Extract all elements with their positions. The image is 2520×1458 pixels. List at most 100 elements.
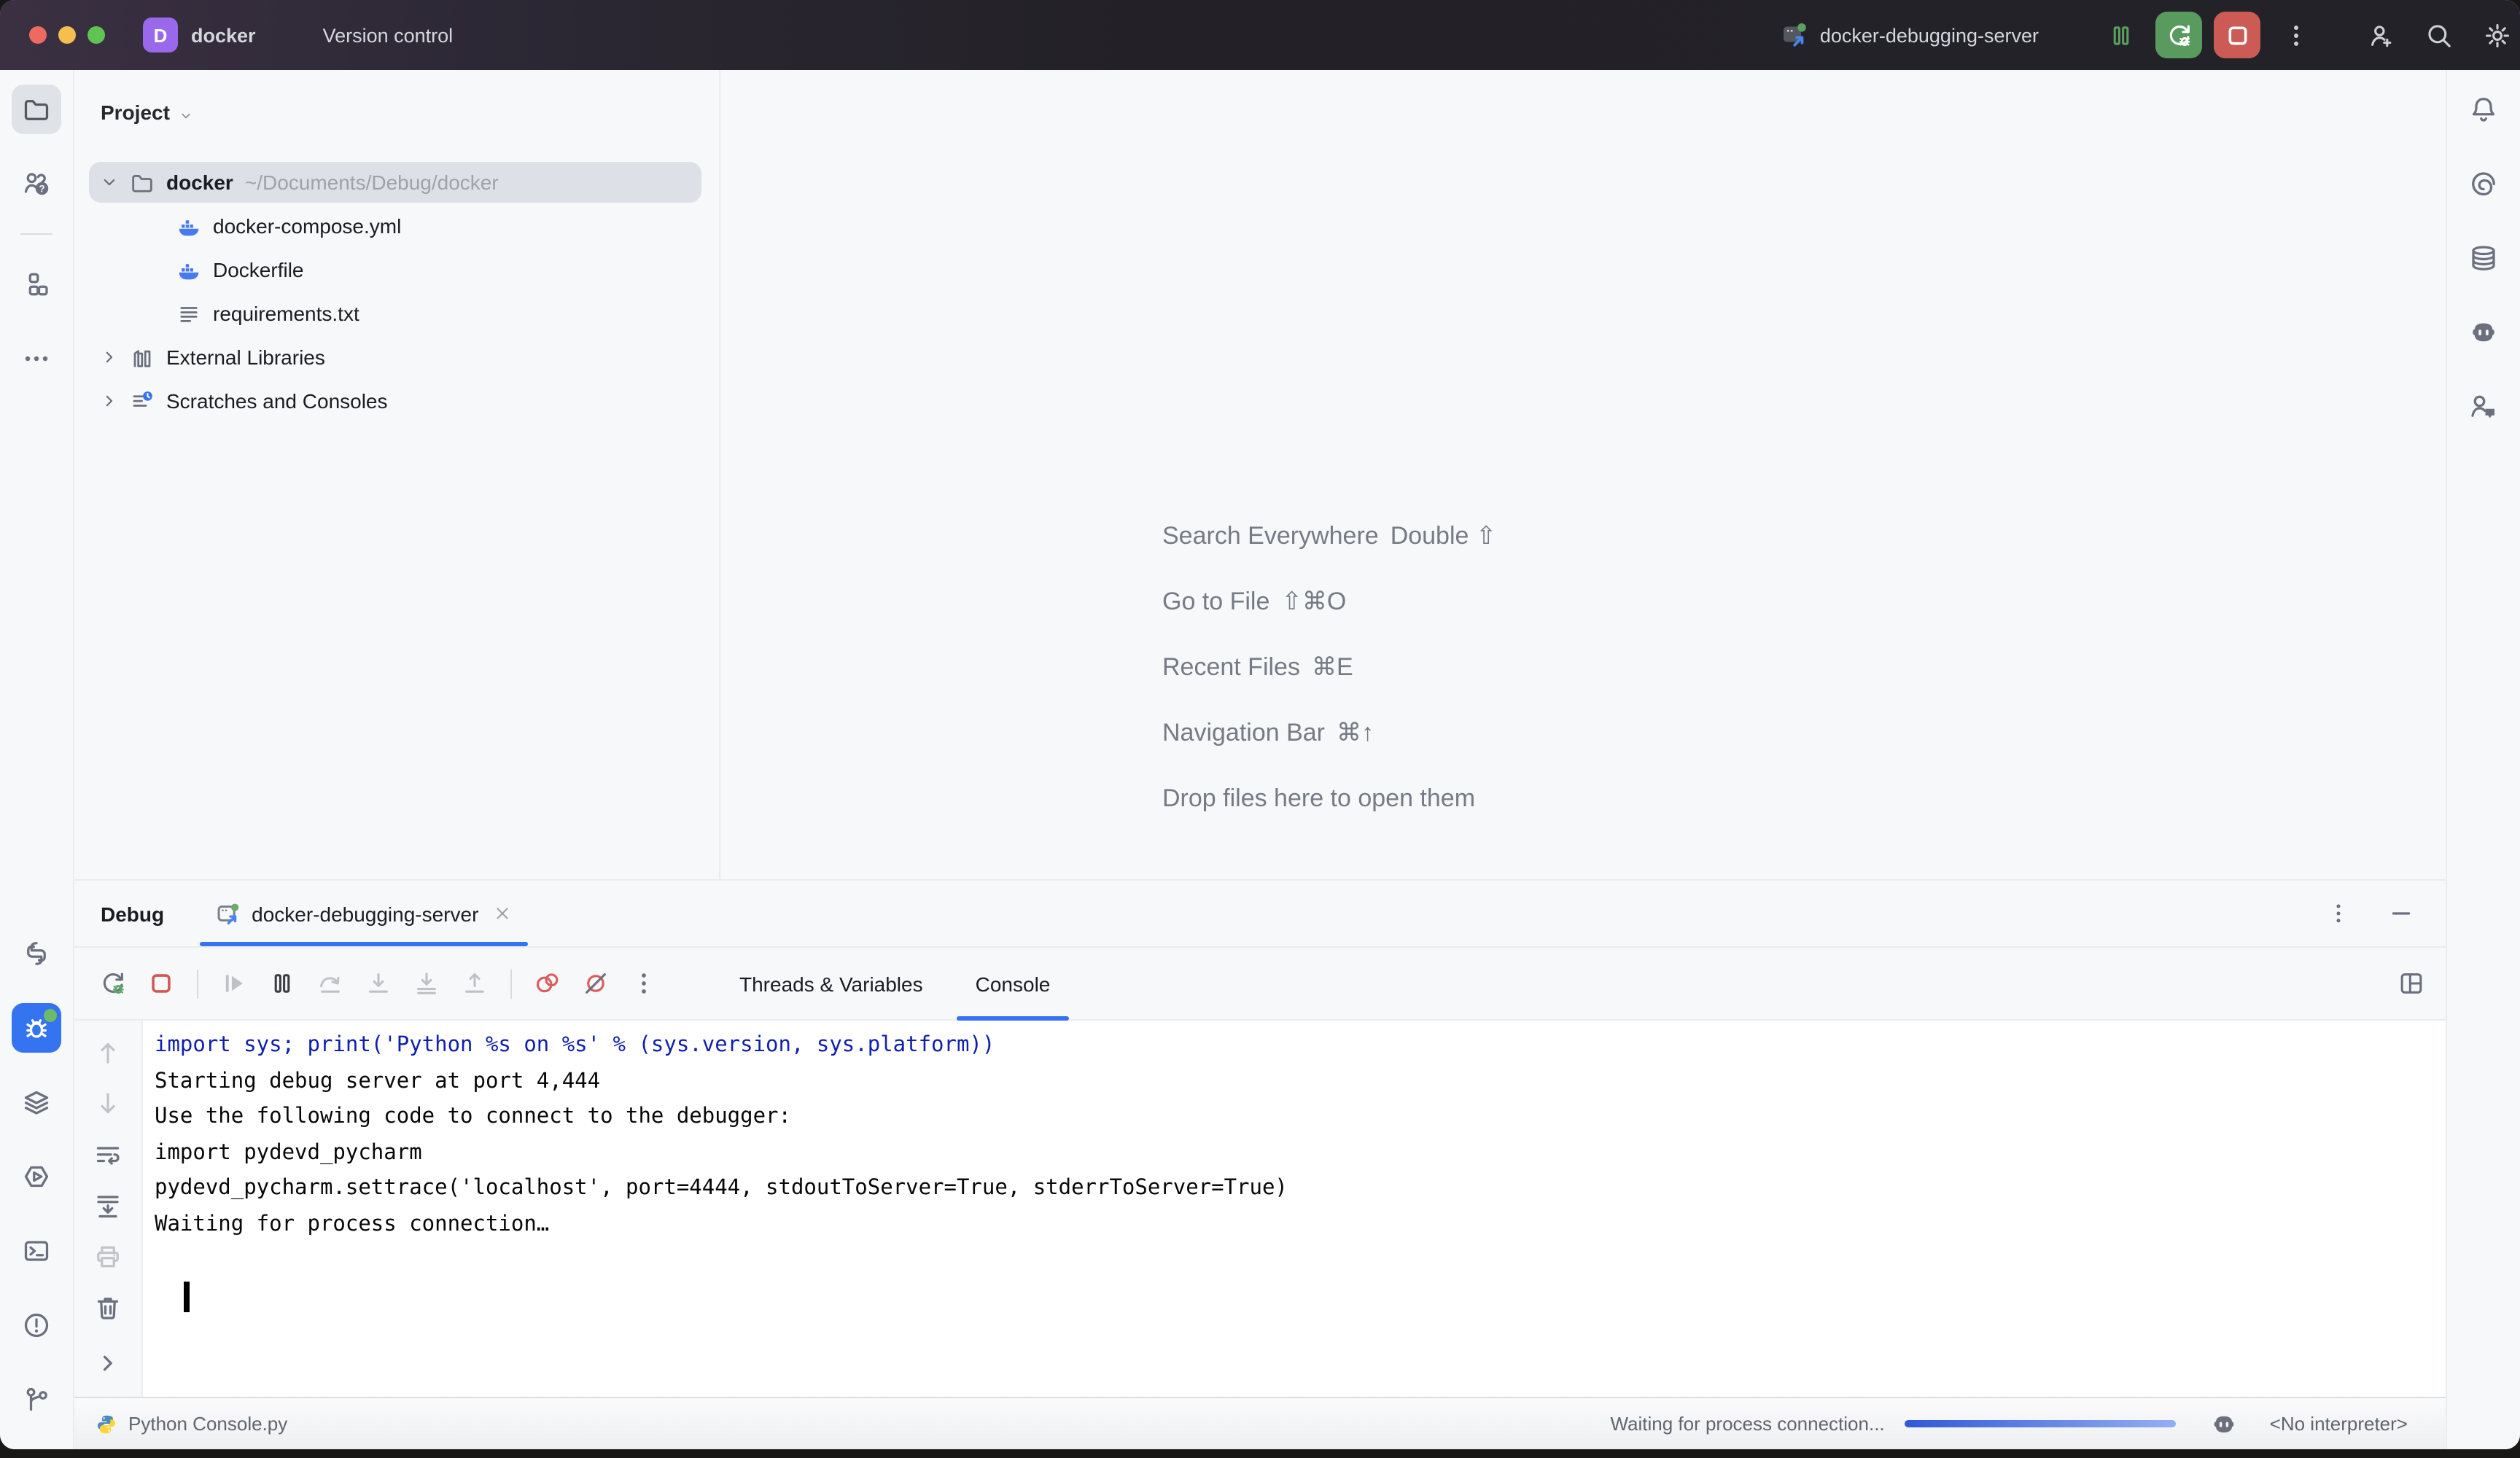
tree-row-dockerfile[interactable]: Dockerfile xyxy=(74,248,719,292)
mute-breakpoints-icon xyxy=(581,970,609,997)
more-actions-button[interactable] xyxy=(2272,12,2319,58)
tree-item-label: docker xyxy=(166,171,233,194)
interpreter-selector[interactable]: <No interpreter> xyxy=(2270,1413,2408,1435)
print-button[interactable] xyxy=(89,1238,127,1276)
learn-tool-button[interactable]: ? xyxy=(12,159,61,208)
status-bar-file[interactable]: Python Console.py xyxy=(74,1412,287,1435)
close-icon[interactable] xyxy=(493,904,512,923)
stop-process-button[interactable] xyxy=(140,963,181,1004)
more-tool-windows-button[interactable] xyxy=(12,334,61,383)
python-icon xyxy=(22,939,51,968)
project-menu[interactable]: docker xyxy=(191,24,279,46)
chevron-down-icon xyxy=(460,27,476,43)
version-control-tool-button[interactable] xyxy=(12,1375,61,1424)
step-into-button[interactable] xyxy=(357,963,398,1004)
run-config-icon xyxy=(215,900,241,927)
chevron-right-icon[interactable] xyxy=(99,391,120,411)
notifications-button[interactable] xyxy=(2459,85,2508,134)
people-help-icon: ? xyxy=(22,169,51,198)
tree-item-label: External Libraries xyxy=(166,346,325,369)
rerun-debug-button[interactable] xyxy=(2155,12,2202,58)
copilot-button[interactable] xyxy=(2459,308,2508,357)
pause-program-button[interactable] xyxy=(2097,12,2144,58)
center-column: Project docker~/Documents/Debug/dockerdo… xyxy=(74,70,2446,1449)
debug-tool-button[interactable] xyxy=(12,1003,61,1053)
services-tool-button[interactable] xyxy=(12,1077,61,1127)
stop-red-icon xyxy=(147,970,174,997)
next-occurrence-button[interactable] xyxy=(89,1085,127,1123)
pause-program-button[interactable] xyxy=(261,963,302,1004)
mute-breakpoints-button[interactable] xyxy=(575,963,615,1004)
project-tool-button[interactable] xyxy=(12,85,61,134)
more-debug-options-button[interactable] xyxy=(623,963,664,1004)
version-control-menu[interactable]: Version control xyxy=(323,24,477,46)
tab-console[interactable]: Console xyxy=(957,948,1070,1019)
git-branch-icon xyxy=(22,1385,51,1414)
arrow-down-icon xyxy=(93,1089,122,1118)
close-window-button[interactable] xyxy=(29,26,47,44)
layout-settings-icon[interactable] xyxy=(2398,970,2425,997)
step-over-icon xyxy=(316,970,343,997)
ai-assistant-button[interactable] xyxy=(2459,159,2508,208)
tree-row-requirements-txt[interactable]: requirements.txt xyxy=(74,292,719,335)
library-icon xyxy=(130,345,155,370)
tree-row-scratches-and-consoles[interactable]: Scratches and Consoles xyxy=(74,379,719,423)
trash-icon xyxy=(93,1293,122,1322)
tree-row-docker[interactable]: docker~/Documents/Debug/docker xyxy=(74,160,719,204)
resume-icon xyxy=(219,970,247,997)
chevron-down-icon xyxy=(263,27,279,43)
gear-icon xyxy=(2483,21,2511,49)
copilot-chat-button[interactable] xyxy=(2459,382,2508,432)
arrow-up-icon xyxy=(93,1038,122,1067)
console-code-line: import sys; print('Python %s on %s' % (s… xyxy=(155,1028,2446,1064)
console-output[interactable]: import sys; print('Python %s on %s' % (s… xyxy=(143,1021,2446,1397)
scroll-to-end-button[interactable] xyxy=(89,1187,127,1225)
bell-icon xyxy=(2469,95,2498,124)
settings-button[interactable] xyxy=(2473,12,2520,58)
svg-text:?: ? xyxy=(39,183,44,194)
tree-row-docker-compose-yml[interactable]: docker-compose.yml xyxy=(74,204,719,248)
stop-white-icon xyxy=(2223,21,2251,49)
python-console-tool-button[interactable] xyxy=(12,929,61,978)
scratch-icon xyxy=(130,389,155,413)
force-step-into-button[interactable] xyxy=(405,963,446,1004)
chevron-right-icon[interactable] xyxy=(99,347,120,367)
chevron-down-icon xyxy=(2049,27,2065,43)
chevron-down-icon[interactable] xyxy=(99,172,120,192)
step-over-button[interactable] xyxy=(309,963,350,1004)
text-lines-icon xyxy=(176,301,201,326)
console-output-line: pydevd_pycharm.settrace('localhost', por… xyxy=(155,1171,2446,1206)
prev-occurrence-button[interactable] xyxy=(89,1034,127,1072)
tree-row-external-libraries[interactable]: External Libraries xyxy=(74,335,719,379)
run-tool-button[interactable] xyxy=(12,1152,61,1201)
rerun-debugger-button[interactable] xyxy=(92,963,133,1004)
clear-console-button[interactable] xyxy=(89,1289,127,1327)
hide-panel-icon[interactable] xyxy=(2389,901,2414,926)
database-tool-button[interactable] xyxy=(2459,233,2508,283)
traffic-lights xyxy=(29,26,105,44)
run-configuration-selector[interactable]: docker-debugging-server xyxy=(1781,20,2065,50)
titlebar-right-group: docker-debugging-server xyxy=(1781,12,2520,58)
stop-button[interactable] xyxy=(2214,12,2260,58)
code-with-me-button[interactable] xyxy=(2357,12,2403,58)
console-caret xyxy=(184,1282,189,1312)
debug-panel-header: Debug docker-debugging-server xyxy=(74,881,2446,946)
active-tab-underline xyxy=(199,941,528,946)
scroll-end-icon xyxy=(93,1191,122,1220)
more-options-icon[interactable] xyxy=(2326,901,2351,926)
view-breakpoints-button[interactable] xyxy=(526,963,567,1004)
copilot-status-icon[interactable] xyxy=(2212,1411,2238,1437)
search-everywhere-button[interactable] xyxy=(2415,12,2462,58)
debug-session-tab[interactable]: docker-debugging-server xyxy=(199,881,528,946)
problems-tool-button[interactable] xyxy=(12,1301,61,1350)
tab-threads-variables[interactable]: Threads & Variables xyxy=(720,948,942,1019)
project-panel-header[interactable]: Project xyxy=(74,90,719,134)
terminal-tool-button[interactable] xyxy=(12,1226,61,1276)
expand-toolbar-button[interactable] xyxy=(89,1344,127,1382)
structure-tool-button[interactable] xyxy=(12,260,61,309)
step-out-button[interactable] xyxy=(454,963,494,1004)
zoom-window-button[interactable] xyxy=(88,26,105,44)
resume-program-button[interactable] xyxy=(213,963,254,1004)
minimize-window-button[interactable] xyxy=(58,26,76,44)
soft-wrap-button[interactable] xyxy=(89,1136,127,1174)
